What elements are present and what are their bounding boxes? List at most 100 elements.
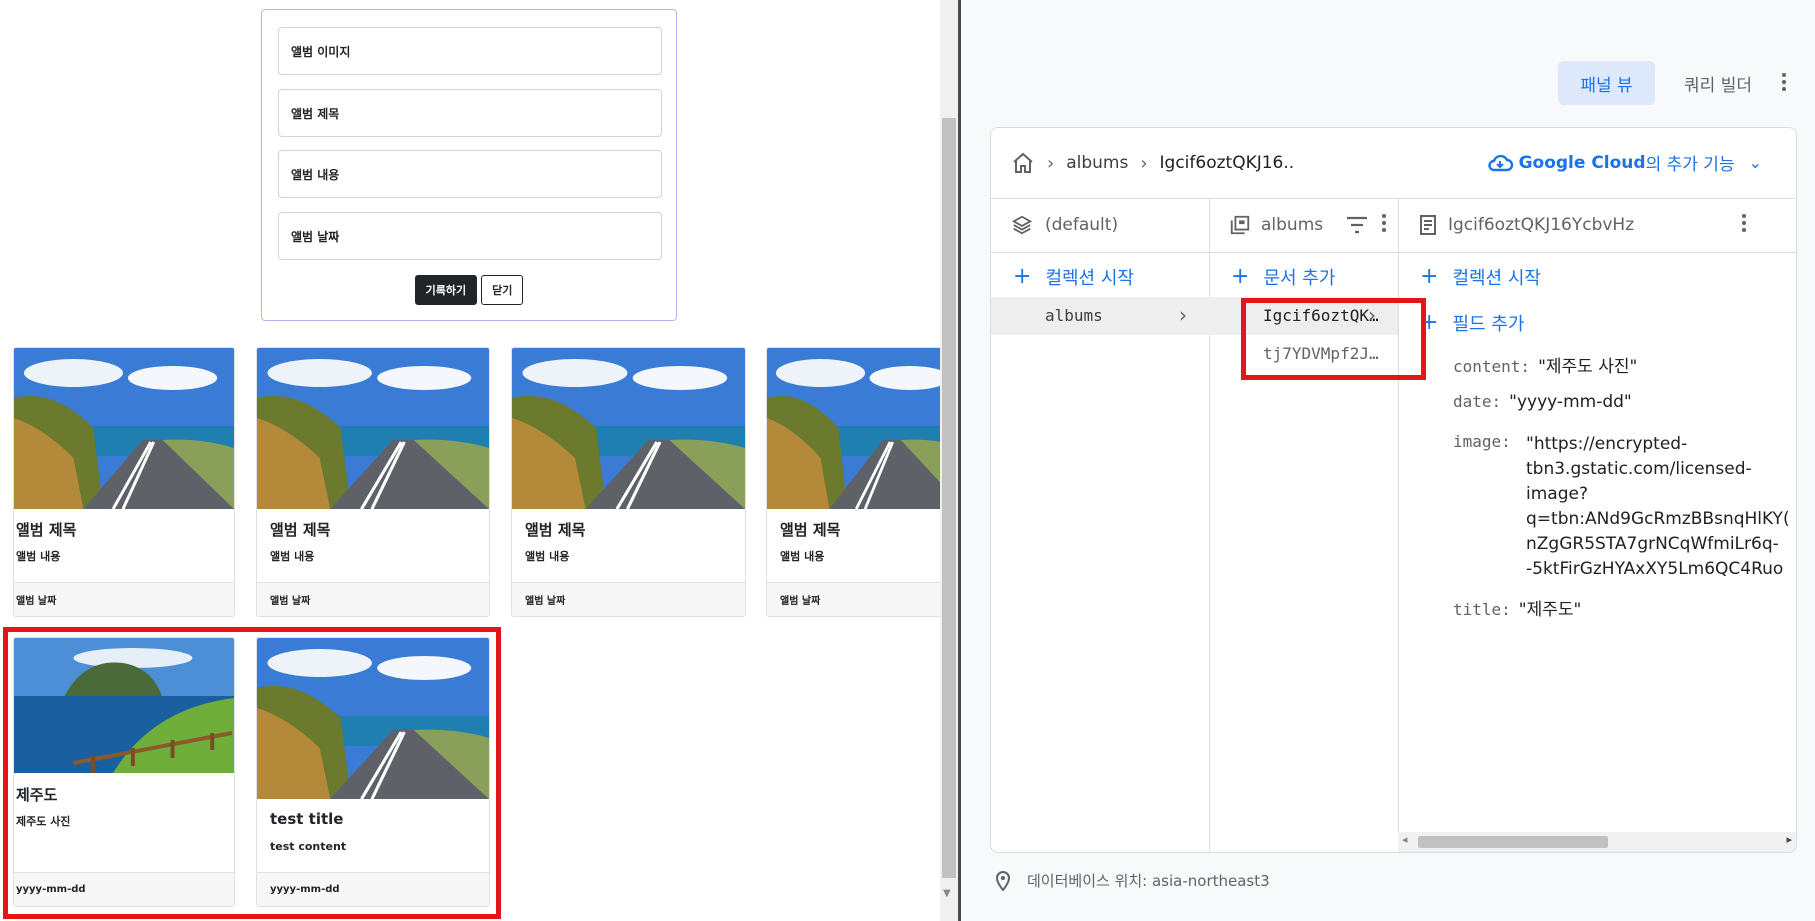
album-card[interactable]: 앨범 제목 앨범 내용 앨범 날짜	[511, 347, 746, 617]
album-title-input[interactable]: 앨범 제목	[278, 89, 662, 137]
data-panel: › albums › Igcif6oztQKJ16.. Google Cloud…	[990, 127, 1797, 853]
field-value: "제주도"	[1518, 600, 1582, 620]
album-card[interactable]: 앨범 제목 앨범 내용 앨범 날짜	[256, 347, 490, 617]
image-url-line: q=tbn:ANd9GcRmzBBsnqHlKY(	[1526, 509, 1790, 529]
submit-button[interactable]: 기록하기	[414, 275, 478, 305]
card-content: 앨범 내용	[270, 550, 315, 563]
image-url-line: nZgGR5STA7grNCqWfmiLr6q-	[1526, 534, 1779, 554]
album-card[interactable]: 앨범 제목 앨범 내용 앨범 날짜	[13, 347, 235, 617]
road-image	[512, 348, 745, 509]
gcloud-brand: Google Cloud	[1518, 152, 1646, 173]
root-column: (default) + 컬렉션 시작 albums ›	[991, 198, 1210, 852]
field-key: title:	[1453, 600, 1511, 619]
add-field-label: 필드 추가	[1452, 314, 1525, 335]
start-collection-label: 컬렉션 시작	[1045, 268, 1134, 289]
field-key: content:	[1453, 357, 1531, 376]
album-form: 앨범 이미지 앨범 제목 앨범 내용 앨범 날짜 기록하기 닫기	[261, 9, 677, 321]
list-item-albums[interactable]: albums ›	[991, 297, 1209, 335]
album-date-input[interactable]: 앨범 날짜	[278, 212, 662, 260]
field-value: "https://encrypted- tbn3.gstatic.com/lic…	[1526, 432, 1790, 582]
add-field-button[interactable]: + 필드 추가	[1420, 310, 1524, 336]
document-more-icon[interactable]	[1742, 214, 1746, 235]
album-card[interactable]: 앨범 제목 앨범 내용 앨범 날짜	[766, 347, 940, 617]
chevron-right-icon: ›	[1179, 303, 1187, 327]
album-image-input[interactable]: 앨범 이미지	[278, 27, 662, 75]
gcloud-extensions[interactable]: Google Cloud 의 추가 기능 ⌄	[1487, 150, 1762, 175]
breadcrumb-collection[interactable]: albums	[1066, 153, 1128, 173]
plus-icon: +	[1420, 264, 1439, 289]
collection-column-header: albums	[1209, 198, 1398, 253]
root-column-header: (default)	[991, 198, 1209, 253]
document-title: Igcif6oztQKJ16YcbvHz	[1448, 215, 1635, 235]
location-text: 데이터베이스 위치: asia-northeast3	[1027, 872, 1270, 890]
card-content: 앨범 내용	[16, 550, 61, 563]
card-date: 앨범 날짜	[767, 582, 940, 616]
collection-more-icon[interactable]	[1382, 214, 1386, 235]
collection-title: albums	[1261, 215, 1324, 235]
scroll-right-icon[interactable]: ▸	[1786, 833, 1792, 846]
scrollbar-thumb[interactable]	[942, 118, 956, 878]
gcloud-suffix: 의 추가 기능	[1645, 155, 1735, 175]
road-image	[257, 348, 489, 509]
card-date: 앨범 날짜	[512, 582, 745, 616]
album-content-input[interactable]: 앨범 내용	[278, 150, 662, 198]
start-subcollection-label: 컬렉션 시작	[1452, 268, 1541, 289]
field-key: image:	[1453, 432, 1511, 451]
cloud-icon	[1487, 154, 1513, 171]
add-document-label: 문서 추가	[1263, 268, 1336, 289]
horizontal-scrollbar[interactable]: ◂ ▸	[1398, 832, 1796, 852]
card-date: 앨범 날짜	[14, 582, 234, 616]
image-url-line: image?	[1526, 484, 1588, 504]
field-image[interactable]: image: "https://encrypted- tbn3.gstatic.…	[1453, 432, 1790, 579]
more-options-icon[interactable]	[1782, 73, 1786, 94]
road-image	[14, 348, 234, 509]
location-pin-icon	[995, 870, 1011, 891]
add-document-button[interactable]: + 문서 추가	[1231, 264, 1335, 290]
image-url-line: tbn3.gstatic.com/licensed-	[1526, 459, 1752, 479]
root-title: (default)	[1045, 215, 1119, 235]
field-content[interactable]: content: "제주도 사진"	[1453, 352, 1637, 377]
filter-icon[interactable]	[1345, 214, 1369, 236]
start-collection-button[interactable]: + 컬렉션 시작	[1013, 264, 1134, 290]
card-title: 앨범 제목	[525, 521, 586, 539]
card-date: 앨범 날짜	[257, 582, 489, 616]
home-icon[interactable]	[1011, 151, 1035, 175]
highlight-box	[3, 627, 501, 919]
field-key: date:	[1453, 392, 1502, 411]
database-location: 데이터베이스 위치: asia-northeast3	[995, 870, 1270, 891]
scrollbar-thumb[interactable]	[1418, 836, 1608, 848]
card-content: 앨범 내용	[525, 550, 570, 563]
card-content: 앨범 내용	[780, 550, 825, 563]
start-subcollection-button[interactable]: + 컬렉션 시작	[1420, 264, 1541, 290]
left-scrollbar[interactable]: ▼	[940, 0, 958, 921]
breadcrumb-document[interactable]: Igcif6oztQKJ16..	[1160, 153, 1295, 173]
chevron-right-icon: ›	[1047, 152, 1055, 174]
collection-icon	[1230, 215, 1250, 235]
road-image	[767, 348, 940, 509]
scroll-down-icon[interactable]: ▼	[943, 888, 951, 899]
card-title: 앨범 제목	[780, 521, 841, 539]
plus-icon: +	[1013, 264, 1032, 289]
panel-view-button[interactable]: 패널 뷰	[1558, 61, 1655, 105]
card-title: 앨범 제목	[270, 521, 331, 539]
document-column: Igcif6oztQKJ16YcbvHz + 컬렉션 시작 + 필드 추가 co…	[1398, 198, 1796, 852]
chevron-down-icon: ⌄	[1748, 153, 1762, 172]
plus-icon: +	[1231, 264, 1250, 289]
card-title: 앨범 제목	[16, 521, 77, 539]
document-icon	[1420, 215, 1436, 235]
image-url-line: -5ktFirGzHYAxXY5Lm6QC4Ruo	[1526, 559, 1784, 579]
field-date[interactable]: date: "yyyy-mm-dd"	[1453, 392, 1632, 412]
field-value: "yyyy-mm-dd"	[1509, 392, 1632, 412]
layers-icon	[1011, 215, 1033, 235]
field-title[interactable]: title: "제주도"	[1453, 595, 1581, 620]
close-button[interactable]: 닫기	[481, 275, 524, 305]
chevron-right-icon: ›	[1140, 152, 1148, 174]
highlight-box	[1241, 298, 1426, 380]
firestore-console: 패널 뷰 쿼리 빌더 › albums › Igcif6oztQKJ16.. G…	[961, 0, 1815, 921]
image-url-line: "https://encrypted-	[1526, 434, 1688, 454]
collection-column: albums + 문서 추가 Igcif6oztQK… › tj7YDVMpf2…	[1209, 198, 1399, 852]
query-builder-button[interactable]: 쿼리 빌더	[1666, 61, 1770, 105]
scroll-left-icon[interactable]: ◂	[1402, 833, 1408, 846]
field-value: "제주도 사진"	[1538, 357, 1638, 377]
collection-name: albums	[1045, 306, 1103, 325]
